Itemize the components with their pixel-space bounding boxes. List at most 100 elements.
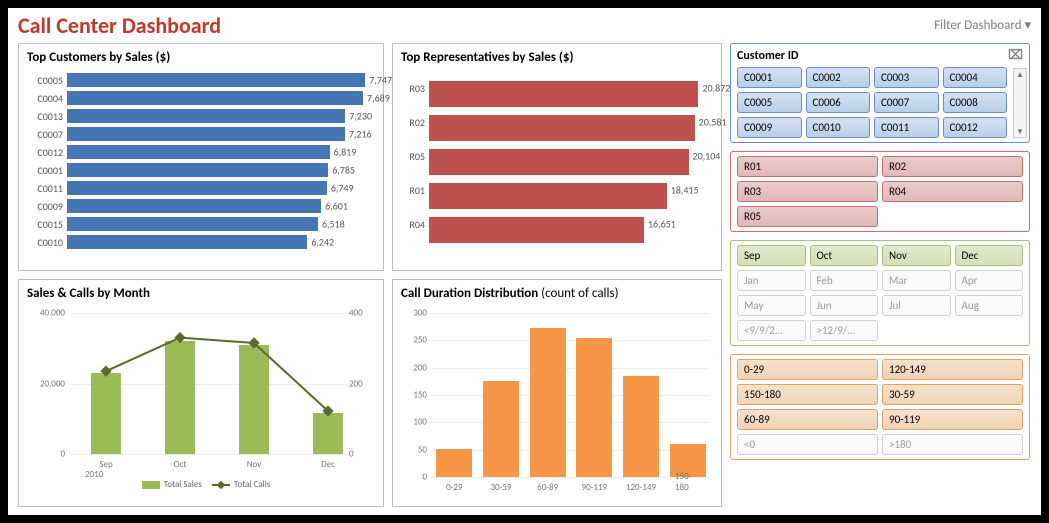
category-label: R05 [401, 150, 429, 163]
category-label: C0011 [27, 182, 67, 195]
slicer-duration-body: 0-29120-149150-18030-5960-8990-119<0>180 [737, 359, 1023, 455]
chart-bar [623, 376, 659, 477]
slicer-chip[interactable]: Mar [882, 270, 951, 291]
value-label: 20,872 [702, 82, 730, 95]
slicer-chip[interactable]: 0-29 [737, 359, 878, 380]
scroll-up-icon[interactable]: ▴ [1018, 69, 1023, 80]
value-label: 16,651 [648, 218, 676, 231]
slicer-chip[interactable]: <9/9/2... [737, 320, 806, 341]
value-label: 6,518 [322, 218, 345, 231]
slicer-chip[interactable]: R03 [737, 181, 878, 202]
sales-calls-chart: 020,00040,0000200400SepOctNovDec2010Tota… [27, 307, 375, 492]
slicer-chip[interactable]: Sep [737, 245, 806, 266]
value-label: 6,242 [311, 236, 334, 249]
slicer-chip[interactable]: 60-89 [737, 409, 878, 430]
chart-bar: R0320,872 [401, 71, 713, 105]
filter-dashboard-link[interactable]: Filter Dashboard [934, 18, 1031, 33]
value-label: 6,819 [334, 146, 357, 159]
value-label: 6,601 [325, 200, 348, 213]
category-label: C0013 [27, 110, 67, 123]
slicer-chip[interactable]: C0003 [874, 67, 939, 88]
slicer-chip[interactable]: C0012 [943, 117, 1008, 138]
value-label: 7,230 [349, 110, 372, 123]
x-tick: Oct [160, 459, 200, 470]
scroll-down-icon[interactable]: ▾ [1018, 126, 1023, 137]
panel-title: Top Customers by Sales ($) [27, 50, 375, 65]
slicer-chip[interactable]: 90-119 [882, 409, 1023, 430]
x-tick: 150-180 [675, 471, 700, 493]
slicer-month-body: SepOctNovDec JanFebMarApr MayJunJulAug <9/9… [737, 245, 1023, 341]
panel-title: Top Representatives by Sales ($) [401, 50, 713, 65]
chart-bar: C00106,242 [27, 233, 375, 251]
slicer-chip[interactable]: R04 [882, 181, 1023, 202]
slicer-chip[interactable]: C0001 [737, 67, 802, 88]
slicer-rep-body: R01R02R03R04R05 [737, 156, 1023, 227]
slicer-chip[interactable]: R05 [737, 206, 878, 227]
category-label: C0004 [27, 92, 67, 105]
panel-sales-calls: Sales & Calls by Month 020,00040,0000200… [18, 279, 384, 507]
x-tick: Dec [308, 459, 348, 470]
slicer-chip[interactable]: Nov [882, 245, 951, 266]
chart-bar: R0520,104 [401, 139, 713, 173]
slicer-chip[interactable]: >12/9/... [810, 320, 879, 341]
value-label: 7,747 [369, 74, 392, 87]
slicer-chip[interactable]: C0008 [943, 92, 1008, 113]
scrollbar[interactable]: ▴ ▾ [1013, 68, 1027, 138]
panel-top-customers: Top Customers by Sales ($) C00057,747C00… [18, 43, 384, 271]
value-label: 6,785 [332, 164, 355, 177]
panel-title-sub: (count of calls) [538, 286, 618, 301]
slicer-chip[interactable]: C0010 [806, 117, 871, 138]
slicer-chip[interactable]: R01 [737, 156, 878, 177]
page-title: Call Center Dashboard [18, 12, 221, 39]
dashboard-page: Call Center Dashboard Filter Dashboard T… [8, 8, 1041, 515]
slicer-chip[interactable]: C0002 [806, 67, 871, 88]
category-label: C0009 [27, 200, 67, 213]
slicer-chip[interactable]: May [737, 295, 806, 316]
x-tick: 90-119 [582, 482, 608, 493]
slicer-title: Customer ID ⌧ [737, 48, 1023, 63]
x-tick: 0-29 [446, 482, 462, 493]
chart-bar: C0013 7,230 [27, 107, 375, 125]
slicer-chip[interactable]: C0007 [874, 92, 939, 113]
y-tick: 50 [403, 444, 427, 455]
chart-legend: Total SalesTotal Calls [27, 479, 375, 490]
chart-bar: C00047,689 [27, 89, 375, 107]
category-label: R01 [401, 184, 429, 197]
slicer-chip[interactable]: Feb [810, 270, 879, 291]
category-label: C0001 [27, 164, 67, 177]
chart-bar: C00156,518 [27, 215, 375, 233]
x-tick: 60-89 [537, 482, 558, 493]
slicer-chip[interactable]: C0011 [874, 117, 939, 138]
chart-bar: C00116,749 [27, 179, 375, 197]
slicer-chip[interactable]: 30-59 [882, 384, 1023, 405]
category-label: C0012 [27, 146, 67, 159]
line-series [69, 313, 365, 454]
value-label: 7,216 [349, 128, 372, 141]
slicer-chip[interactable]: Jan [737, 270, 806, 291]
clear-filter-icon[interactable]: ⌧ [1008, 48, 1023, 63]
slicer-chip[interactable]: C0004 [943, 67, 1008, 88]
slicer-chip[interactable]: C0005 [737, 92, 802, 113]
value-label: 20,104 [693, 150, 721, 163]
slicer-chip[interactable]: Apr [955, 270, 1024, 291]
slicer-chip[interactable]: <0 [737, 434, 878, 455]
y-tick: 200 [403, 362, 427, 373]
slicer-chip[interactable]: C0009 [737, 117, 802, 138]
slicer-chip[interactable]: 150-180 [737, 384, 878, 405]
slicer-chip[interactable]: Oct [810, 245, 879, 266]
slicer-chip[interactable]: 120-149 [882, 359, 1023, 380]
slicer-chip[interactable]: Dec [955, 245, 1024, 266]
value-label: 20,581 [699, 116, 727, 129]
slicer-chip[interactable]: C0006 [806, 92, 871, 113]
panel-title: Call Duration Distribution (count of cal… [401, 286, 713, 301]
slicer-chip[interactable]: Jul [882, 295, 951, 316]
slicer-column: Customer ID ⌧ C0001C0002C0003C0004C0005C… [730, 43, 1030, 507]
slicer-chip[interactable]: >180 [882, 434, 1023, 455]
x-tick: 30-59 [490, 482, 511, 493]
slicer-chip[interactable]: Aug [955, 295, 1024, 316]
slicer-chip[interactable]: Jun [810, 295, 879, 316]
dashboard-grid: Top Customers by Sales ($) C0005 7,747 C00… [18, 43, 1031, 507]
slicer-chip[interactable]: R02 [882, 156, 1023, 177]
category-label: R03 [401, 82, 429, 95]
top-reps-chart: R0320,872R0220,581R0520,104R0118,415R041… [401, 71, 713, 241]
